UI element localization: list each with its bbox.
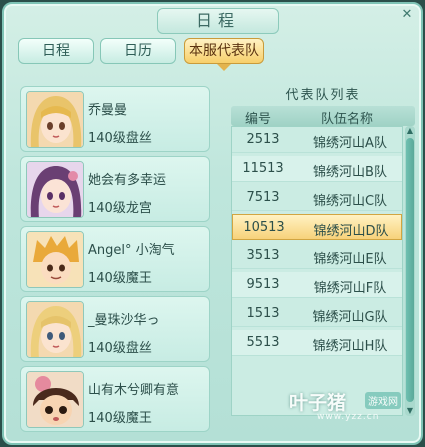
team-id: 11513: [242, 161, 284, 176]
member-name: _曼珠沙华っ: [88, 313, 160, 328]
member-card[interactable]: _曼珠沙华っ 140级盘丝: [20, 296, 210, 362]
watermark-logo: 叶子猪 游戏网 www.yzz.cn: [289, 388, 419, 428]
scrollbar[interactable]: ▲ ▼: [405, 126, 415, 416]
member-name: Angel° 小淘气: [88, 243, 175, 258]
member-level: 140级龙宫: [88, 201, 152, 216]
team-list-title: 代表队列表: [285, 88, 361, 103]
team-name: 锦绣河山E队: [313, 252, 387, 267]
table-row-selected[interactable]: 10513 锦绣河山D队: [232, 214, 402, 240]
team-id: 10513: [243, 220, 285, 235]
watermark-tag: 游戏网: [365, 392, 401, 409]
team-name: 锦绣河山B队: [313, 165, 387, 180]
member-level: 140级魔王: [88, 411, 152, 426]
member-level: 140级盘丝: [88, 131, 152, 146]
member-level: 140级魔王: [88, 271, 152, 286]
female-blonde-avatar-icon: [26, 301, 84, 358]
scroll-thumb[interactable]: [406, 138, 414, 402]
table-header: 编号 队伍名称: [231, 106, 415, 127]
team-id: 7513: [246, 190, 280, 205]
window-title: 日程: [157, 8, 279, 34]
team-name: 锦绣河山C队: [312, 194, 388, 209]
member-card[interactable]: 她会有多幸运 140级龙宫: [20, 156, 210, 222]
member-card[interactable]: Angel° 小淘气 140级魔王: [20, 226, 210, 292]
team-name: 锦绣河山F队: [313, 281, 387, 296]
member-list: 乔曼曼 140级盘丝 她会有多幸运 140级龙宫 Angel° 小淘气 140级…: [20, 78, 218, 440]
table-row[interactable]: 11513 锦绣河山B队: [232, 156, 402, 182]
team-table: 2513 锦绣河山A队 11513 锦绣河山B队 7513 锦绣河山C队 105…: [231, 126, 403, 416]
table-row[interactable]: 2513 锦绣河山A队: [232, 127, 402, 153]
table-row[interactable]: 5513 锦绣河山H队: [232, 330, 402, 356]
team-id: 1513: [246, 306, 280, 321]
chibi-dark-hair-avatar-icon: [26, 371, 84, 428]
team-id: 2513: [246, 132, 280, 147]
table-row[interactable]: 3513 锦绣河山E队: [232, 243, 402, 269]
team-list-panel: 代表队列表 编号 队伍名称 2513 锦绣河山A队 11513 锦绣河山B队 7…: [229, 78, 417, 416]
table-row[interactable]: 9513 锦绣河山F队: [232, 272, 402, 298]
scroll-up-icon[interactable]: ▲: [405, 126, 415, 136]
close-icon[interactable]: ✕: [397, 4, 417, 24]
team-id: 3513: [246, 248, 280, 263]
tab-server-team[interactable]: 本服代表队: [184, 38, 264, 64]
female-blonde-avatar-icon: [26, 91, 84, 148]
column-header-id: 编号: [245, 112, 272, 127]
tab-schedule[interactable]: 日程: [18, 38, 94, 64]
member-card[interactable]: 山有木兮卿有意 140级魔王: [20, 366, 210, 432]
table-row[interactable]: 7513 锦绣河山C队: [232, 185, 402, 211]
watermark-brand: 叶子猪: [289, 392, 347, 414]
schedule-window: 日程 ✕ 日程 日历 本服代表队 乔曼曼 140级盘丝 她会有多幸运 140级龙…: [2, 2, 423, 445]
member-level: 140级盘丝: [88, 341, 152, 356]
female-purple-hair-avatar-icon: [26, 161, 84, 218]
team-name: 锦绣河山D队: [313, 224, 389, 239]
team-name: 锦绣河山A队: [313, 136, 387, 151]
watermark-url: www.yzz.cn: [317, 412, 380, 422]
team-id: 9513: [246, 277, 280, 292]
male-blonde-avatar-icon: [26, 231, 84, 288]
team-name: 锦绣河山H队: [312, 339, 388, 354]
member-card[interactable]: 乔曼曼 140级盘丝: [20, 86, 210, 152]
member-name: 山有木兮卿有意: [88, 383, 180, 398]
member-name: 乔曼曼: [88, 103, 128, 118]
table-row[interactable]: 1513 锦绣河山G队: [232, 301, 402, 327]
team-name: 锦绣河山G队: [312, 310, 388, 325]
column-header-name: 队伍名称: [321, 112, 374, 127]
member-name: 她会有多幸运: [88, 173, 167, 188]
tab-calendar[interactable]: 日历: [100, 38, 176, 64]
active-tab-caret-icon: [217, 64, 231, 71]
team-id: 5513: [246, 335, 280, 350]
